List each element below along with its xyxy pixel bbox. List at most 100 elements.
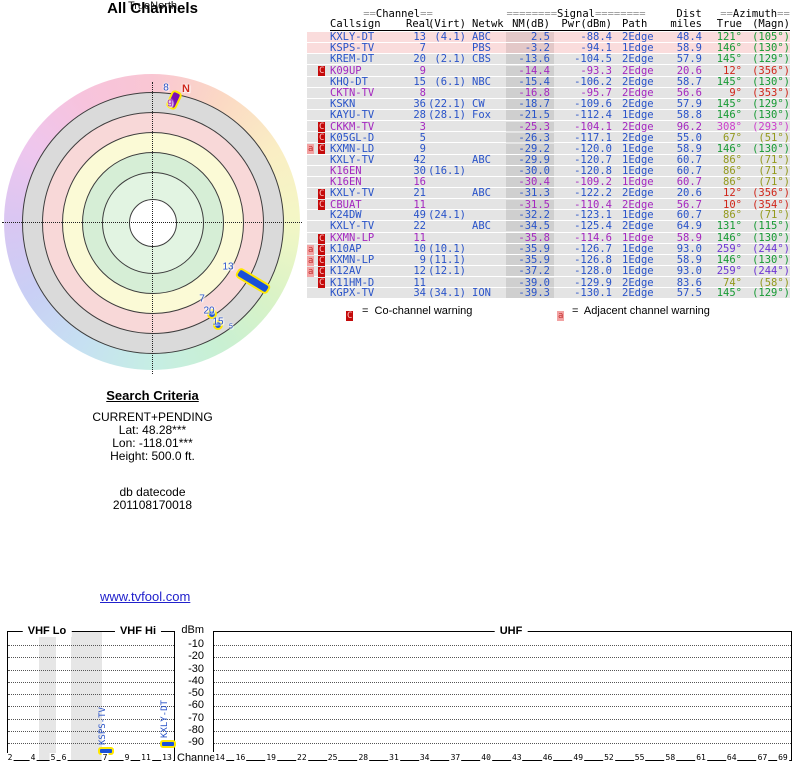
noise-margin: -34.5 (506, 221, 554, 231)
co-warning-cell: C (318, 255, 330, 266)
azimuth-magnetic: (129°) (742, 288, 790, 298)
channel-tick: 22 (296, 753, 308, 762)
true-north-label: TrueNorth (0, 0, 305, 12)
virtual-channel: (16.1) (426, 166, 466, 176)
dbm-gridline (214, 706, 791, 707)
distance-miles: 83.6 (654, 278, 702, 288)
azimuth-true: 12° (702, 188, 742, 198)
col-callsign: Callsign (330, 19, 406, 30)
power-dbm: -125.4 (554, 221, 612, 231)
channel-tick: 31 (388, 753, 400, 762)
channel-tick: 52 (603, 753, 615, 762)
azimuth-true: 146° (702, 144, 742, 154)
noise-margin: -21.5 (506, 110, 554, 120)
azimuth-true: 146° (702, 110, 742, 120)
virtual-channel: (10.1) (426, 244, 466, 254)
azimuth-true: 259° (702, 244, 742, 254)
callsign: KAYU-TV (330, 110, 406, 120)
azimuth-true: 86° (702, 155, 742, 165)
co-warning-cell: C (318, 143, 330, 154)
callsign: K24DW (330, 210, 406, 220)
adjacent-warning-cell: a (307, 255, 318, 266)
path-type: 1Edge (612, 255, 654, 265)
path-type: 2Edge (612, 99, 654, 109)
azimuth-magnetic: (129°) (742, 54, 790, 64)
search-criteria: Search Criteria CURRENT+PENDING Lat: 48.… (40, 388, 265, 512)
adjacent-warning-cell: a (307, 143, 318, 154)
azimuth-magnetic: (293°) (742, 122, 790, 132)
distance-miles: 58.9 (654, 233, 702, 243)
path-type: 1Edge (612, 244, 654, 254)
noise-margin: -25.3 (506, 122, 554, 132)
callsign: KXLY-TV (330, 221, 406, 231)
distance-miles: 20.6 (654, 66, 702, 76)
tvfool-link[interactable]: www.tvfool.com (100, 589, 190, 604)
co-warning-cell: C (318, 65, 330, 76)
col-magn: (Magn) (742, 19, 790, 30)
callsign: KHQ-DT (330, 77, 406, 87)
real-channel: 7 (406, 43, 426, 53)
callsign: K16EN (330, 177, 406, 187)
azimuth-magnetic: (130°) (742, 255, 790, 265)
distance-miles: 57.9 (654, 99, 702, 109)
noise-margin: -31.3 (506, 188, 554, 198)
power-dbm: -93.3 (554, 66, 612, 76)
distance-miles: 56.6 (654, 88, 702, 98)
azimuth-true: 145° (702, 54, 742, 64)
table-row: KREM-DT20(2.1)CBS-13.6-104.52Edge57.9145… (307, 54, 790, 65)
noise-margin: -35.9 (506, 244, 554, 254)
path-type: 2Edge (612, 133, 654, 143)
path-type: 2Edge (612, 54, 654, 64)
power-dbm: -129.9 (554, 278, 612, 288)
azimuth-compass-chart (2, 72, 302, 372)
dbm-tick: -70 (170, 712, 204, 724)
real-channel: 42 (406, 155, 426, 165)
real-channel: 11 (406, 200, 426, 210)
distance-miles: 60.7 (654, 177, 702, 187)
channel-tick: 37 (450, 753, 462, 762)
virtual-channel: (6.1) (426, 77, 466, 87)
power-dbm: -104.5 (554, 54, 612, 64)
virtual-channel: (28.1) (426, 110, 466, 120)
power-dbm: -120.8 (554, 166, 612, 176)
callsign: KSPS-TV (330, 43, 406, 53)
azimuth-magnetic: (58°) (742, 278, 790, 288)
callsign: KXLY-DT (330, 32, 406, 42)
network: Fox (466, 110, 506, 120)
path-type: 1Edge (612, 144, 654, 154)
path-type: 2Edge (612, 77, 654, 87)
azimuth-magnetic: (51°) (742, 133, 790, 143)
power-dbm: -128.0 (554, 266, 612, 276)
table-row: KGPX-TV34(34.1)ION-39.3-130.12Edge57.514… (307, 288, 790, 299)
azimuth-magnetic: (244°) (742, 244, 790, 254)
power-dbm: -106.2 (554, 77, 612, 87)
network: ABC (466, 221, 506, 231)
table-row: aCK10AP10(10.1)-35.9-126.71Edge93.0259°(… (307, 244, 790, 255)
real-channel: 11 (406, 233, 426, 243)
real-channel: 30 (406, 166, 426, 176)
dbm-gridline (8, 645, 174, 646)
channel-tick: 67 (757, 753, 769, 762)
dbm-gridline (214, 682, 791, 683)
azimuth-true: 67° (702, 133, 742, 143)
real-channel: 21 (406, 188, 426, 198)
real-channel: 9 (406, 144, 426, 154)
network: CW (466, 99, 506, 109)
dbm-tick: -10 (170, 638, 204, 650)
channel-tick: 55 (634, 753, 646, 762)
noise-margin: -29.2 (506, 144, 554, 154)
noise-margin: -37.2 (506, 266, 554, 276)
channel-tick: 7 (102, 753, 109, 762)
vhf-lo-label: VHF Lo (23, 625, 72, 637)
callsign: KXMN-LP (330, 255, 406, 265)
distance-miles: 56.7 (654, 200, 702, 210)
vhf-spectrum-box: VHF Lo VHF Hi (7, 631, 175, 761)
distance-miles: 93.0 (654, 266, 702, 276)
channel-tick: 61 (695, 753, 707, 762)
azimuth-magnetic: (71°) (742, 166, 790, 176)
azimuth-true: 9° (702, 88, 742, 98)
fm-band (71, 632, 102, 760)
crosshair-vertical (152, 82, 153, 374)
co-channel-legend: = Co-channel warning (362, 305, 472, 318)
col-pwr: Pwr(dBm) (554, 19, 612, 30)
